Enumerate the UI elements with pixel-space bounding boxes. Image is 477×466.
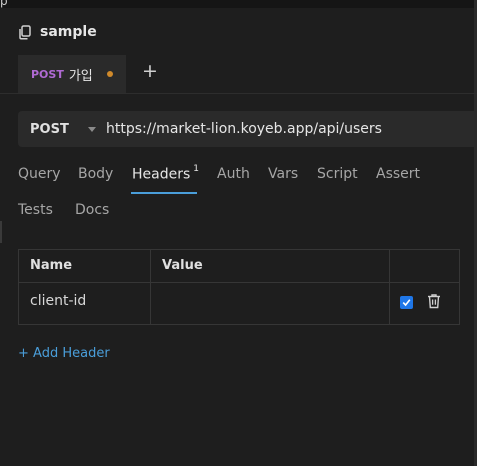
- unsaved-dot-icon: [106, 71, 113, 77]
- tab-docs[interactable]: Docs: [75, 202, 109, 218]
- table-row: client-id: [19, 282, 459, 324]
- active-tab-indicator: [131, 192, 197, 194]
- column-value-header: Value: [162, 258, 203, 273]
- add-header-button[interactable]: + Add Header: [18, 346, 110, 361]
- trash-icon[interactable]: [427, 293, 441, 309]
- tab-auth[interactable]: Auth: [217, 166, 250, 182]
- tab-query[interactable]: Query: [18, 166, 61, 182]
- tab-vars[interactable]: Vars: [268, 166, 298, 182]
- tab-name: 가입: [68, 68, 93, 84]
- table-header-row: Name Value: [19, 250, 459, 283]
- chevron-down-icon[interactable]: [88, 126, 96, 132]
- url-input[interactable]: https://market-lion.koyeb.app/api/users: [106, 121, 382, 137]
- request-tab[interactable]: POST 가입: [18, 55, 126, 93]
- tab-tests[interactable]: Tests: [18, 202, 53, 218]
- column-divider: [150, 250, 151, 324]
- column-divider: [389, 250, 390, 324]
- tab-bar: POST 가입 +: [0, 53, 477, 94]
- collection-header: sample: [18, 24, 97, 40]
- new-tab-button[interactable]: +: [140, 61, 160, 81]
- url-bar: POST https://market-lion.koyeb.app/api/u…: [18, 111, 477, 147]
- column-name-header: Name: [30, 258, 73, 273]
- header-name-cell[interactable]: client-id: [30, 293, 86, 309]
- method-select[interactable]: POST: [30, 122, 88, 137]
- tab-headers[interactable]: Headers 1: [132, 164, 200, 183]
- corner-glyph: p: [0, 0, 8, 8]
- tab-headers-label: Headers: [132, 166, 191, 183]
- copy-icon: [19, 24, 31, 39]
- headers-table: Name Value client-id: [18, 249, 460, 325]
- check-icon: [402, 299, 411, 307]
- collection-title: sample: [40, 24, 97, 40]
- enabled-checkbox[interactable]: [400, 296, 413, 309]
- resize-handle[interactable]: [0, 221, 2, 243]
- tab-headers-count: 1: [193, 164, 200, 174]
- tab-body[interactable]: Body: [78, 166, 113, 182]
- title-strip: [0, 0, 477, 8]
- tab-script[interactable]: Script: [317, 166, 358, 182]
- tab-method: POST: [31, 67, 64, 81]
- tab-assert[interactable]: Assert: [376, 166, 420, 182]
